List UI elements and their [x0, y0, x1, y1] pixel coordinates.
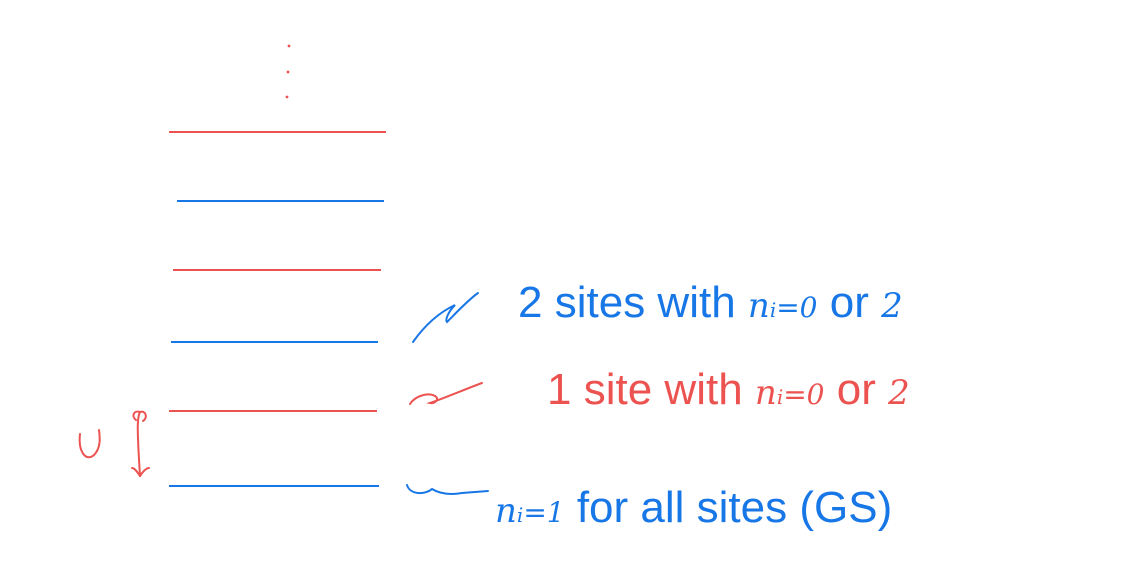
label-two-sites-n: n: [747, 286, 770, 326]
label-two-sites: 2 sites with ni=0 or 2: [518, 281, 903, 325]
label-one-site-text: site with: [583, 365, 743, 414]
label-ground-eq: =1: [523, 496, 565, 529]
label-one-site-eq: =0: [783, 378, 825, 411]
label-ground-n: n: [495, 491, 517, 531]
label-one-site: 1 site with ni=0 or 2: [547, 368, 910, 412]
label-one-site-val: 2: [888, 373, 910, 413]
label-one-site-or: or: [836, 365, 876, 414]
arrow-two-sites: [412, 292, 479, 343]
label-one-site-count: 1: [547, 365, 572, 414]
label-two-sites-text: sites with: [554, 278, 736, 327]
label-ground-state: ni=1 for all sites (GS): [495, 486, 892, 530]
label-two-sites-val: 2: [881, 286, 903, 326]
continuation-dots: [285, 44, 291, 99]
arrow-one-site: [409, 382, 483, 405]
label-one-site-n: n: [754, 373, 777, 413]
label-two-sites-count: 2: [518, 278, 543, 327]
label-two-sites-or: or: [829, 278, 869, 327]
gap-label-text: U: [62, 416, 92, 457]
label-ground-text: for all sites (GS): [576, 483, 893, 532]
arrow-ground: [406, 484, 489, 495]
label-two-sites-eq: =0: [776, 291, 818, 324]
